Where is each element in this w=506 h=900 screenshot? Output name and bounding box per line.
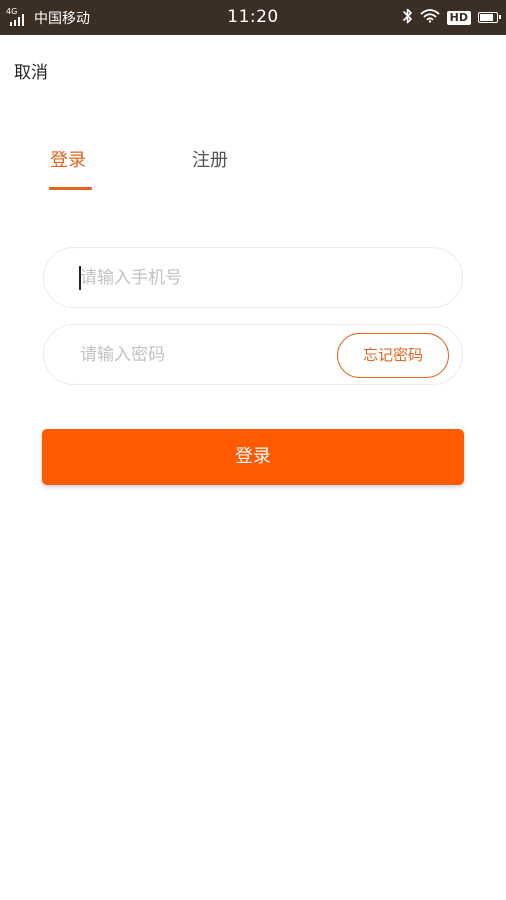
password-input[interactable]: [80, 325, 370, 384]
password-field[interactable]: 忘记密码: [43, 324, 463, 385]
hd-badge: HD: [446, 10, 471, 25]
text-cursor: [79, 266, 81, 290]
battery-icon: [478, 12, 501, 23]
phone-field[interactable]: [43, 247, 463, 308]
status-bar: 4G 中国移动 11:20 HD: [0, 0, 506, 35]
login-button[interactable]: 登录: [42, 429, 464, 485]
wifi-icon: [420, 8, 440, 27]
cancel-button[interactable]: 取消: [14, 58, 48, 83]
phone-input[interactable]: [80, 248, 370, 307]
status-right: HD: [402, 0, 501, 35]
tab-register[interactable]: 注册: [192, 146, 228, 172]
forgot-password-button[interactable]: 忘记密码: [337, 333, 449, 378]
bluetooth-icon: [402, 8, 413, 28]
active-tab-indicator: [49, 187, 92, 190]
tab-login[interactable]: 登录: [50, 146, 86, 172]
